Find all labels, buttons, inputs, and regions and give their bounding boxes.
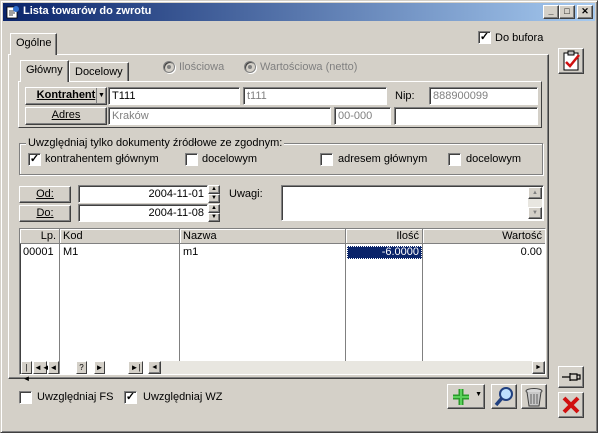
- col-divider: [345, 244, 346, 374]
- filter-adres-glowny-checkbox[interactable]: [320, 153, 333, 166]
- spin-down-icon[interactable]: ▼: [208, 213, 220, 222]
- contractor-button[interactable]: Kontrahent ▼: [25, 87, 107, 105]
- col-header-wartosc[interactable]: Wartość: [423, 229, 545, 244]
- include-fs-checkbox[interactable]: [19, 391, 32, 404]
- col-header-ilosc[interactable]: Ilość: [346, 229, 423, 244]
- record-navigator: |◄ ◄◄ ◄ ? ► ►|: [21, 361, 148, 383]
- maximize-button[interactable]: □: [559, 5, 575, 19]
- plus-icon: [453, 389, 469, 405]
- app-icon: [6, 6, 19, 19]
- col-header-nazwa[interactable]: Nazwa: [180, 229, 346, 244]
- col-divider: [59, 244, 60, 374]
- address-button-label: Adres: [51, 109, 81, 121]
- date-to-spinner[interactable]: ▲ ▼: [208, 204, 220, 222]
- trash-icon: [525, 388, 543, 407]
- close-form-button[interactable]: [558, 392, 584, 418]
- checklist-icon: [563, 50, 580, 71]
- date-from-spinner[interactable]: ▲ ▼: [208, 185, 220, 203]
- notes-textarea[interactable]: [281, 185, 544, 221]
- col-header-lp[interactable]: Lp.: [20, 229, 60, 244]
- include-fs-label: Uwzględniaj FS: [37, 391, 114, 403]
- title-bar: Lista towarów do zwrotu _ □ ✕: [3, 3, 595, 21]
- close-window-button[interactable]: ✕: [577, 5, 593, 19]
- scroll-right-icon[interactable]: ►: [532, 361, 545, 374]
- notes-label: Uwagi:: [229, 188, 263, 200]
- magnifier-icon: [494, 387, 513, 407]
- col-divider: [179, 244, 180, 374]
- radio-ilosciowa[interactable]: [163, 61, 175, 73]
- tab-ogolne[interactable]: Ogólne: [10, 33, 58, 55]
- subtab-glowny[interactable]: Główny: [20, 60, 69, 82]
- scroll-up-icon[interactable]: ▲: [528, 187, 542, 199]
- table-row[interactable]: 00001 M1 m1 -6.0000 0.00: [20, 246, 545, 259]
- notes-scrollbar[interactable]: ▲ ▼: [528, 187, 542, 219]
- col-header-kod[interactable]: Kod: [60, 229, 180, 244]
- cell-nazwa: m1: [183, 246, 199, 258]
- nav-next-icon[interactable]: ►: [94, 361, 105, 374]
- cell-ilosc-selected[interactable]: -6.0000: [347, 246, 422, 259]
- items-grid[interactable]: Lp. Kod Nazwa Ilość Wartość 00001 M1 m1 …: [19, 228, 546, 375]
- spin-up-icon[interactable]: ▲: [208, 185, 220, 194]
- cell-wartosc: 0.00: [520, 246, 542, 258]
- nav-prev-page-icon[interactable]: ◄◄: [33, 361, 50, 374]
- filter-adres-docelowy-checkbox[interactable]: [448, 153, 461, 166]
- nip-label: Nip:: [395, 90, 415, 102]
- subtab-docelowy[interactable]: Docelowy: [69, 62, 129, 81]
- subtab-glowny-label: Główny: [26, 64, 63, 76]
- nav-last-icon[interactable]: ►|: [128, 361, 143, 374]
- filter-kontrahent-glowny-checkbox[interactable]: ✓: [28, 153, 41, 166]
- address-extra-input[interactable]: [394, 107, 538, 125]
- pin-icon: [562, 373, 581, 381]
- col-divider: [422, 244, 423, 374]
- filter-adres-docelowy-label: docelowym: [466, 153, 522, 165]
- contractor-code-input[interactable]: T111: [108, 87, 240, 105]
- dropdown-arrow-icon[interactable]: ▼: [96, 88, 106, 104]
- date-to-input[interactable]: 2004-11-08: [78, 204, 208, 222]
- tab-ogolne-label: Ogólne: [16, 37, 52, 49]
- filter-kontrahent-docelowy-label: docelowym: [202, 153, 258, 165]
- nav-first-icon[interactable]: |◄: [21, 361, 32, 383]
- radio-wartosciowa-label: Wartościowa (netto): [260, 61, 358, 73]
- spin-down-icon[interactable]: ▼: [208, 194, 220, 203]
- nav-help-icon[interactable]: ?: [76, 361, 87, 374]
- nav-prev-icon[interactable]: ◄: [48, 361, 59, 374]
- scroll-down-icon[interactable]: ▼: [528, 207, 542, 219]
- filter-kontrahent-docelowy-checkbox[interactable]: [185, 153, 198, 166]
- date-to-button[interactable]: Do:: [19, 205, 71, 222]
- scroll-left-icon[interactable]: ◄: [148, 361, 161, 374]
- add-button[interactable]: ▼: [447, 384, 485, 409]
- horizontal-scrollbar[interactable]: ◄ ►: [148, 361, 545, 374]
- date-from-label: Od:: [36, 188, 54, 200]
- cell-kod: M1: [63, 246, 79, 258]
- add-dropdown-arrow-icon[interactable]: ▼: [475, 391, 482, 398]
- buffer-checkbox[interactable]: ✓: [478, 31, 491, 44]
- contractor-name-input[interactable]: t111: [243, 87, 387, 105]
- minimize-button[interactable]: _: [543, 5, 559, 19]
- date-to-label: Do:: [36, 207, 54, 219]
- search-button[interactable]: [491, 384, 517, 409]
- window-title: Lista towarów do zwrotu: [23, 5, 152, 17]
- date-from-input[interactable]: 2004-11-01: [78, 185, 208, 203]
- radio-wartosciowa[interactable]: [244, 61, 256, 73]
- address-zip-input[interactable]: 00-000: [334, 107, 391, 125]
- radio-ilosciowa-label: Ilościowa: [179, 61, 225, 73]
- address-button[interactable]: Adres: [25, 107, 107, 125]
- filter-kontrahent-glowny-label: kontrahentem głównym: [45, 153, 159, 165]
- cell-lp: 00001: [23, 246, 54, 258]
- filter-adres-glowny-label: adresem głównym: [338, 153, 428, 165]
- nip-input[interactable]: 888900099: [429, 87, 538, 105]
- contractor-button-label: Kontrahent: [36, 89, 96, 101]
- include-wz-checkbox[interactable]: ✓: [124, 391, 137, 404]
- buffer-label: Do bufora: [495, 32, 544, 44]
- date-from-button[interactable]: Od:: [19, 186, 71, 203]
- spin-up-icon[interactable]: ▲: [208, 204, 220, 213]
- subtab-docelowy-label: Docelowy: [75, 66, 123, 78]
- pin-button[interactable]: [558, 366, 584, 388]
- delete-button[interactable]: [521, 384, 547, 409]
- address-city-input[interactable]: Kraków: [108, 107, 331, 125]
- close-x-icon: [562, 396, 580, 414]
- include-wz-label: Uwzględniaj WZ: [143, 391, 223, 403]
- confirm-button[interactable]: [558, 48, 584, 74]
- filter-group-title: Uwzględniaj tylko dokumenty źródłowe ze …: [26, 137, 285, 149]
